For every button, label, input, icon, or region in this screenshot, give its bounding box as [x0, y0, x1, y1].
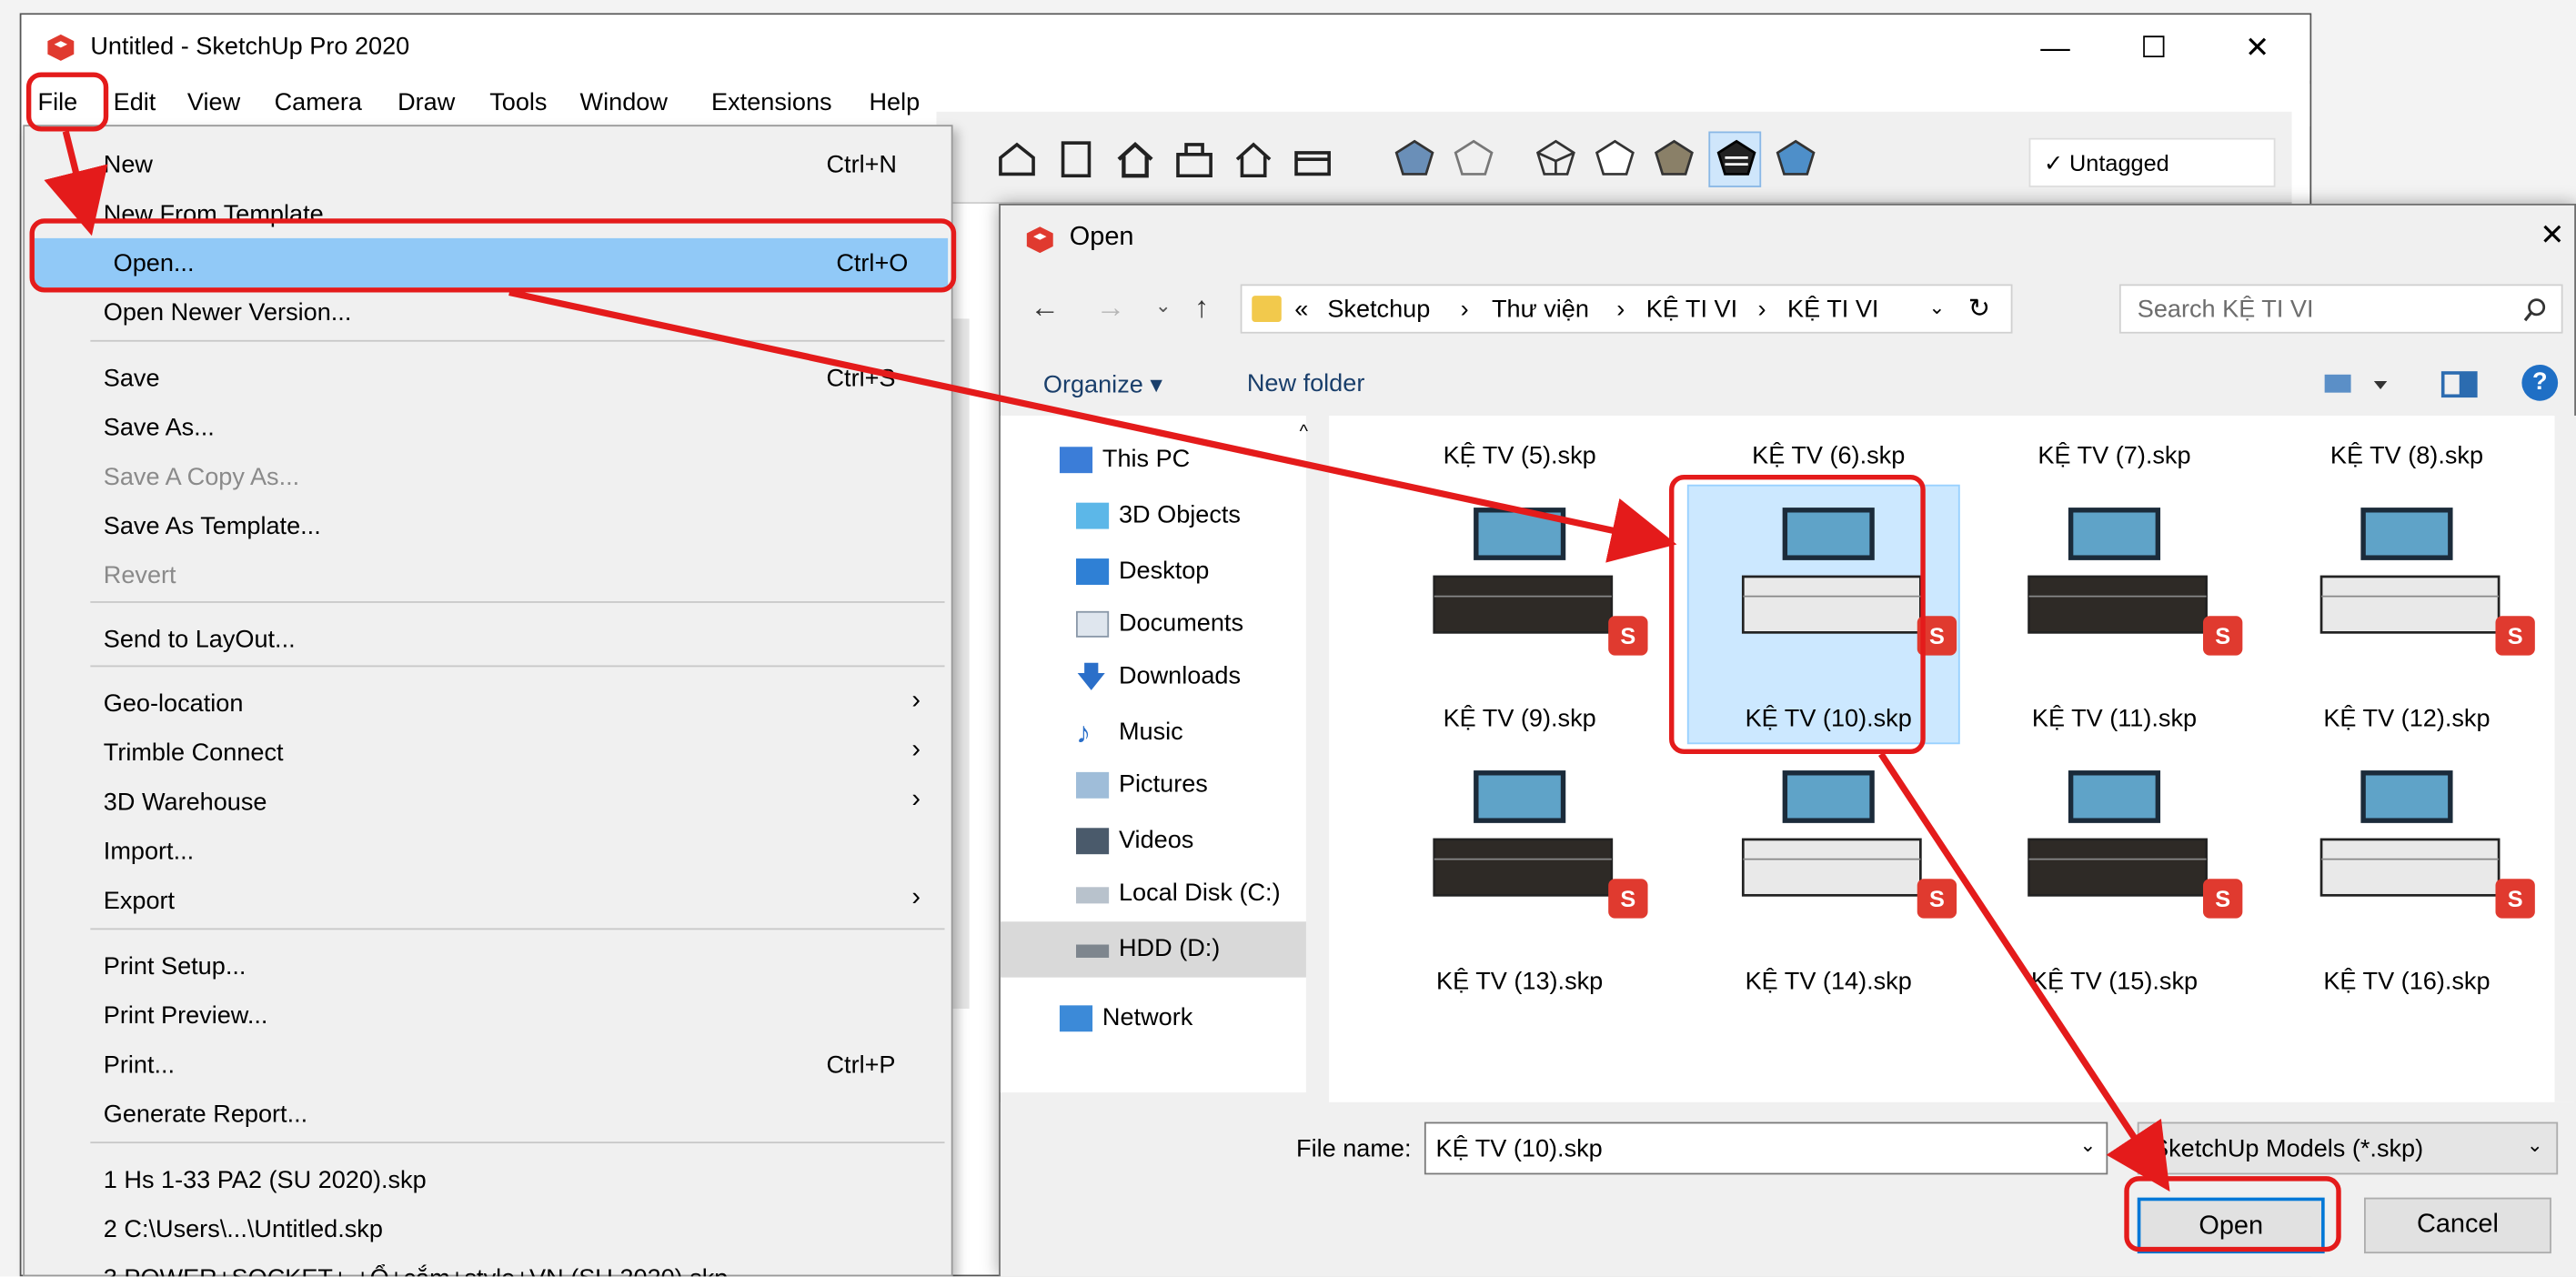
arrow-file-to-open-button	[1877, 752, 2170, 1192]
annotation-arrows	[44, 130, 2170, 1192]
arrow-file-to-open	[44, 130, 108, 236]
arrow-open-to-file	[508, 288, 1677, 563]
